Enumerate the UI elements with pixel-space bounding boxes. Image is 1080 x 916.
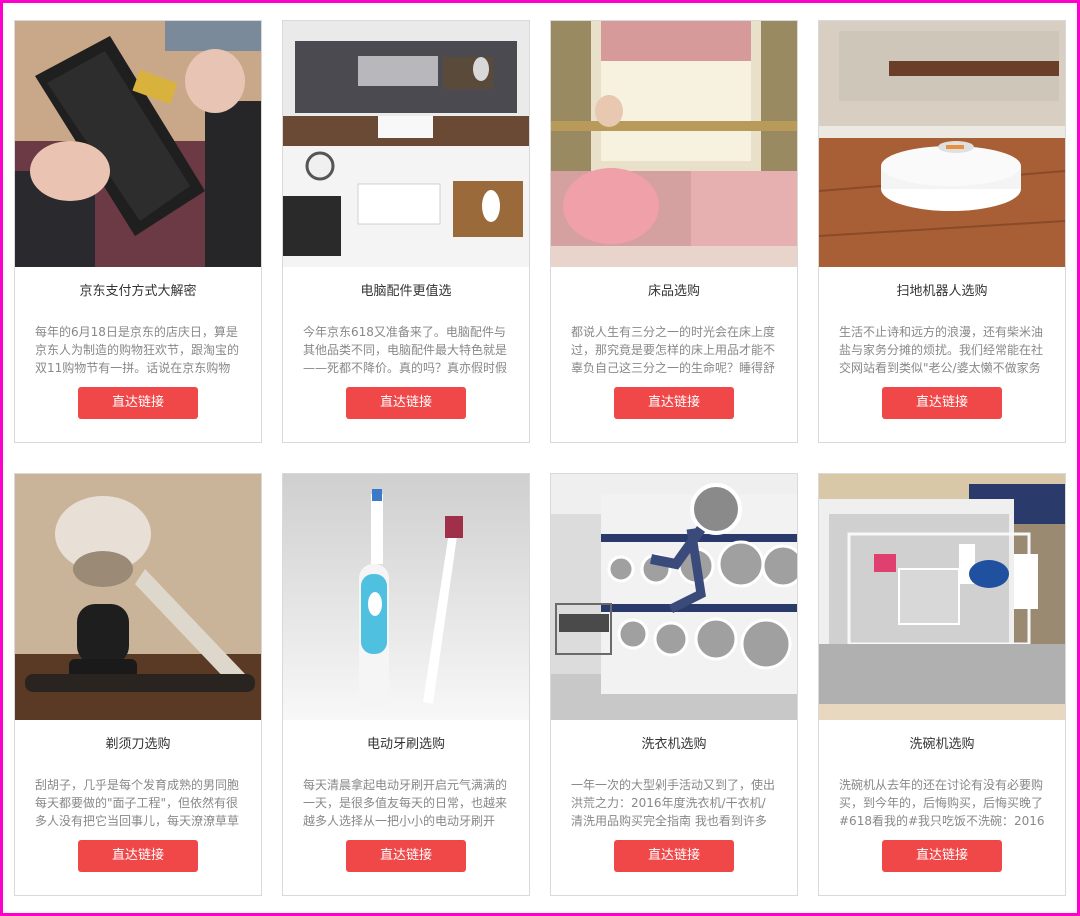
card-image[interactable] <box>551 21 797 267</box>
card-bedding: 床品选购 都说人生有三分之一的时光会在床上度过，那究竟是要怎样的床上用品才能不辜… <box>550 20 798 443</box>
card-title: 扫地机器人选购 <box>896 284 988 299</box>
card-description: 刮胡子，几乎是每个发育成熟的男同胞每天都要做的"面子工程"，但依然有很多人没有把… <box>35 778 240 828</box>
card-computer-accessories: 电脑配件更值选 今年京东618又准备来了。电脑配件与其他品类不同，电脑配件最大特… <box>282 20 530 443</box>
direct-link-button[interactable]: 直达链接 <box>346 840 466 872</box>
direct-link-button[interactable]: 直达链接 <box>78 387 198 419</box>
card-description: 每年的6月18日是京东的店庆日，算是京东人为制造的购物狂欢节，跟淘宝的双11购物… <box>35 325 240 375</box>
wallet-photo-icon <box>15 21 261 267</box>
shaving-brush-photo-icon <box>15 474 261 720</box>
direct-link-button[interactable]: 直达链接 <box>614 840 734 872</box>
dishwasher-photo-icon <box>819 474 1065 720</box>
card-description: 生活不止诗和远方的浪漫，还有柴米油盐与家务分摊的烦扰。我们经常能在社交网站看到类… <box>839 325 1044 375</box>
direct-link-button[interactable]: 直达链接 <box>614 387 734 419</box>
card-title: 洗碗机选购 <box>909 737 975 752</box>
card-electric-toothbrush: 电动牙刷选购 每天清晨拿起电动牙刷开启元气满满的一天，是很多值友每天的日常，也越… <box>282 473 530 896</box>
card-image[interactable] <box>819 474 1065 720</box>
card-image[interactable] <box>551 474 797 720</box>
card-title: 床品选购 <box>647 284 700 299</box>
bedroom-photo-icon <box>551 21 797 267</box>
card-image[interactable] <box>819 21 1065 267</box>
direct-link-button[interactable]: 直达链接 <box>78 840 198 872</box>
desk-computer-photo-icon <box>283 21 529 267</box>
robot-vacuum-photo-icon <box>819 21 1065 267</box>
card-jd-payment: 京东支付方式大解密 每年的6月18日是京东的店庆日，算是京东人为制造的购物狂欢节… <box>14 20 262 443</box>
card-dishwasher: 洗碗机选购 洗碗机从去年的还在讨论有没有必要购买，到今年的，后悔购买，后悔买晚了… <box>818 473 1066 896</box>
card-robot-vacuum: 扫地机器人选购 生活不止诗和远方的浪漫，还有柴米油盐与家务分摊的烦扰。我们经常能… <box>818 20 1066 443</box>
direct-link-button[interactable]: 直达链接 <box>346 387 466 419</box>
card-description: 洗碗机从去年的还在讨论有没有必要购买，到今年的，后悔购买，后悔买晚了#618看我… <box>839 778 1045 828</box>
card-grid: 京东支付方式大解密 每年的6月18日是京东的店庆日，算是京东人为制造的购物狂欢节… <box>14 20 1066 896</box>
card-title: 电动牙刷选购 <box>366 737 445 752</box>
card-image[interactable] <box>283 21 529 267</box>
card-title: 京东支付方式大解密 <box>79 284 197 299</box>
direct-link-button[interactable]: 直达链接 <box>882 840 1002 872</box>
card-image[interactable] <box>283 474 529 720</box>
laundromat-photo-icon <box>551 474 797 720</box>
card-description: 一年一次的大型剁手活动又到了，使出洪荒之力：2016年度洗衣机/干衣机/清洗用品… <box>571 778 776 828</box>
card-title: 洗衣机选购 <box>641 737 707 752</box>
card-description: 都说人生有三分之一的时光会在床上度过，那究竟是要怎样的床上用品才能不辜负自己这三… <box>571 325 776 375</box>
card-description: 每天清晨拿起电动牙刷开启元气满满的一天，是很多值友每天的日常，也越来越多人选择从… <box>303 778 508 828</box>
card-washing-machine: 洗衣机选购 一年一次的大型剁手活动又到了，使出洪荒之力：2016年度洗衣机/干衣… <box>550 473 798 896</box>
card-image[interactable] <box>15 21 261 267</box>
card-description: 今年京东618又准备来了。电脑配件与其他品类不同，电脑配件最大特色就是——死都不… <box>303 325 508 375</box>
card-razor: 剃须刀选购 刮胡子，几乎是每个发育成熟的男同胞每天都要做的"面子工程"，但依然有… <box>14 473 262 896</box>
card-title: 电脑配件更值选 <box>360 284 452 299</box>
card-title: 剃须刀选购 <box>105 737 171 752</box>
card-image[interactable] <box>15 474 261 720</box>
electric-toothbrush-photo-icon <box>283 474 529 720</box>
direct-link-button[interactable]: 直达链接 <box>882 387 1002 419</box>
